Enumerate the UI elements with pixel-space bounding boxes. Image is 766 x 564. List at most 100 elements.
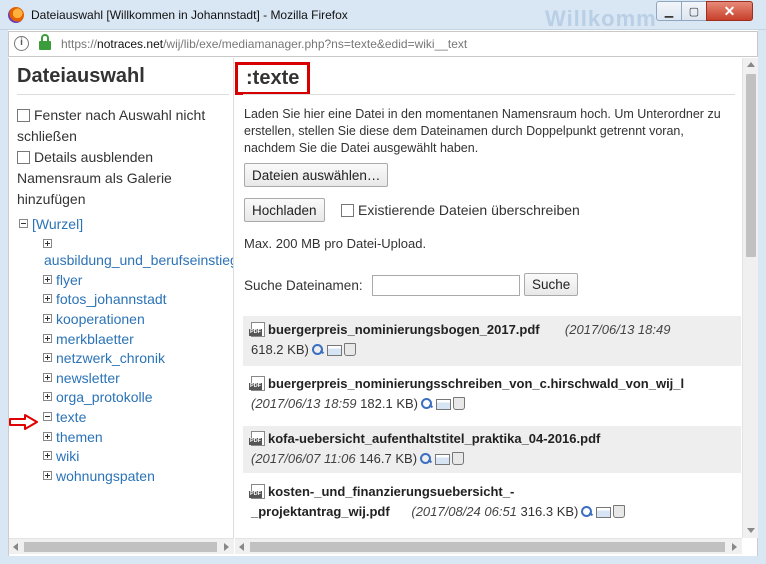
edit-icon[interactable] xyxy=(326,345,342,356)
maximize-button[interactable]: ▢ xyxy=(681,1,707,21)
tree-root-label[interactable]: [Wurzel] xyxy=(32,216,83,232)
file-size: 316.3 KB) xyxy=(520,504,579,519)
tree-item-label[interactable]: wohnungspaten xyxy=(56,468,155,484)
option-gallery-link[interactable]: Namensraum als Galerie hinzufügen xyxy=(17,168,229,210)
scroll-thumb[interactable] xyxy=(250,542,725,552)
search-input[interactable] xyxy=(372,275,520,296)
tree-item-orga-protokolle[interactable]: orga_protokolle xyxy=(43,389,153,405)
tree-item-themen[interactable]: themen xyxy=(43,429,103,445)
sidebar-horizontal-scrollbar[interactable] xyxy=(9,538,234,554)
expand-icon[interactable] xyxy=(43,275,52,284)
delete-icon[interactable] xyxy=(343,343,356,356)
option-gallery-label[interactable]: Namensraum als Galerie hinzufügen xyxy=(17,170,172,207)
tree-item-label[interactable]: newsletter xyxy=(56,370,120,386)
close-button[interactable]: ✕ xyxy=(706,1,753,21)
scroll-right-icon[interactable] xyxy=(224,543,229,551)
search-button[interactable]: Suche xyxy=(524,273,579,296)
scroll-up-icon[interactable] xyxy=(747,62,755,67)
delete-icon[interactable] xyxy=(613,505,626,518)
page-content: Dateiauswahl Fenster nach Auswahl nicht … xyxy=(8,58,758,556)
collapse-icon[interactable] xyxy=(19,219,28,228)
file-size: 182.1 KB) xyxy=(360,396,418,411)
scroll-thumb[interactable] xyxy=(746,74,756,257)
file-name-link[interactable]: buergerpreis_nominierungsschreiben_von_c… xyxy=(268,376,684,391)
pdf-icon xyxy=(249,484,265,499)
url-host: notraces.net xyxy=(97,37,164,51)
tree-item-label[interactable]: texte xyxy=(56,409,86,425)
tree-item-label[interactable]: fotos_johannstadt xyxy=(56,291,167,307)
lock-icon[interactable] xyxy=(39,34,51,50)
tree-item-texte[interactable]: texte xyxy=(43,409,86,425)
url-text[interactable]: https://notraces.net/wij/lib/exe/mediama… xyxy=(61,37,467,51)
url-path: /wij/lib/exe/mediamanager.php?ns=texte&e… xyxy=(163,37,468,51)
scroll-left-icon[interactable] xyxy=(239,543,244,551)
expand-icon[interactable] xyxy=(43,353,52,362)
file-name-link[interactable]: buergerpreis_nominierungsbogen_2017.pdf xyxy=(268,322,540,337)
tree-root[interactable]: [Wurzel] xyxy=(19,216,83,232)
expand-icon[interactable] xyxy=(43,471,52,480)
delete-icon[interactable] xyxy=(452,452,465,465)
expand-icon[interactable] xyxy=(43,373,52,382)
edit-icon[interactable] xyxy=(436,399,451,410)
url-prefix: https:// xyxy=(61,37,98,51)
expand-icon[interactable] xyxy=(43,451,52,460)
option-hide-details[interactable]: Details ausblenden xyxy=(17,147,229,168)
tree-item-label[interactable]: flyer xyxy=(56,272,82,288)
tree-item-flyer[interactable]: flyer xyxy=(43,272,82,288)
tree-item-newsletter[interactable]: newsletter xyxy=(43,370,120,386)
tree-item-label[interactable]: themen xyxy=(56,429,103,445)
tree-item-ausbildung[interactable]: ausbildung_und_berufseinstieg xyxy=(44,252,233,268)
file-name-link[interactable]: kosten-_und_finanzierungsuebersicht_- xyxy=(268,484,514,499)
expand-icon[interactable] xyxy=(43,294,52,303)
tree-item-label[interactable]: kooperationen xyxy=(56,311,145,327)
scroll-thumb[interactable] xyxy=(24,542,217,552)
sidebar-divider xyxy=(17,94,229,95)
file-name-link-cont[interactable]: _projektantrag_wij.pdf xyxy=(251,504,390,519)
tree-item-merkblaetter[interactable]: merkblaetter xyxy=(43,331,134,347)
upload-button[interactable]: Hochladen xyxy=(244,198,325,222)
magnifier-icon[interactable] xyxy=(580,505,594,518)
edit-icon[interactable] xyxy=(596,507,612,518)
tree-item-label[interactable]: orga_protokolle xyxy=(56,389,153,405)
window-titlebar[interactable]: Willkomm Dateiauswahl [Willkommen in Joh… xyxy=(0,0,766,31)
file-row: buergerpreis_nominierungsschreiben_von_c… xyxy=(243,374,741,416)
file-size: 146.7 KB) xyxy=(359,451,418,466)
overwrite-option[interactable]: Existierende Dateien überschreiben xyxy=(341,202,580,218)
expand-icon[interactable] xyxy=(43,314,52,323)
collapse-icon[interactable] xyxy=(43,412,52,421)
select-files-button[interactable]: Dateien auswählen… xyxy=(244,163,389,187)
tree-item-wohnungspaten[interactable]: wohnungspaten xyxy=(43,468,155,484)
tree-item-label[interactable]: merkblaetter xyxy=(56,331,134,347)
tree-item-label[interactable]: ausbildung_und_berufseinstieg xyxy=(44,252,233,268)
scroll-down-icon[interactable] xyxy=(747,528,755,533)
info-icon[interactable]: i xyxy=(14,36,29,51)
file-name-link[interactable]: kofa-uebersicht_aufenthaltstitel_praktik… xyxy=(268,431,600,446)
file-date: (2017/08/24 06:51 xyxy=(411,504,517,519)
minimize-button[interactable]: ▁ xyxy=(656,1,682,21)
expand-icon[interactable] xyxy=(43,334,52,343)
checkbox-hide-details[interactable] xyxy=(17,151,30,164)
option-close-after-select[interactable]: Fenster nach Auswahl nicht schließen xyxy=(17,105,229,147)
main-horizontal-scrollbar[interactable] xyxy=(235,538,742,554)
edit-icon[interactable] xyxy=(435,454,451,465)
expand-icon[interactable] xyxy=(43,392,52,401)
expand-icon[interactable] xyxy=(43,239,52,248)
url-bar[interactable]: i https://notraces.net/wij/lib/exe/media… xyxy=(8,31,758,57)
tree-item-fotos-johannstadt[interactable]: fotos_johannstadt xyxy=(43,291,167,307)
tree-item-kooperationen[interactable]: kooperationen xyxy=(43,311,145,327)
tree-item-label[interactable]: netzwerk_chronik xyxy=(56,350,165,366)
scroll-left-icon[interactable] xyxy=(13,543,18,551)
main-vertical-scrollbar[interactable] xyxy=(742,58,758,538)
magnifier-icon[interactable] xyxy=(419,452,433,465)
delete-icon[interactable] xyxy=(453,397,465,410)
checkbox-close-after-select[interactable] xyxy=(17,109,30,122)
tree-item-netzwerk-chronik[interactable]: netzwerk_chronik xyxy=(43,350,165,366)
expand-icon[interactable] xyxy=(43,432,52,441)
scroll-right-icon[interactable] xyxy=(732,543,737,551)
magnifier-icon[interactable] xyxy=(420,397,434,410)
checkbox-overwrite[interactable] xyxy=(341,204,354,217)
tree-item-label[interactable]: wiki xyxy=(56,448,79,464)
tree-item-wiki[interactable]: wiki xyxy=(43,448,79,464)
tree-item-ausbildung-toggle[interactable] xyxy=(43,236,56,252)
magnifier-icon[interactable] xyxy=(311,343,325,356)
